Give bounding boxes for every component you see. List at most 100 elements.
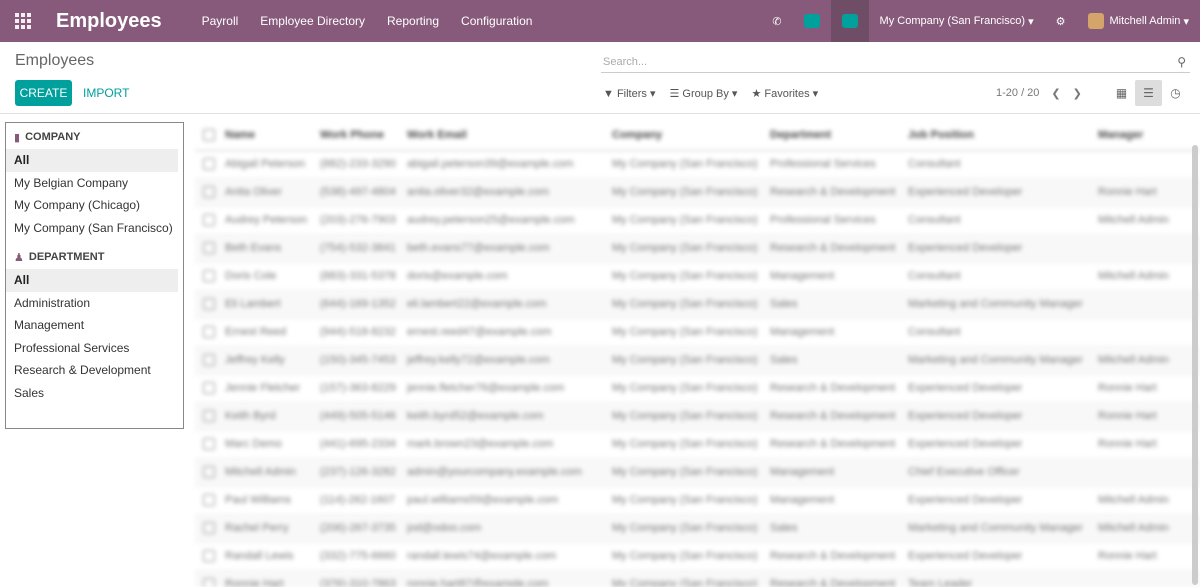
row-checkbox[interactable]	[195, 290, 225, 319]
cell-name: Anita Oliver	[225, 178, 320, 207]
apps-menu-icon[interactable]	[0, 0, 46, 42]
column-header-job-position[interactable]: Job Position	[908, 120, 1098, 151]
company-item-chicago[interactable]: My Company (Chicago)	[6, 194, 178, 217]
department-item-all[interactable]: All	[6, 269, 178, 292]
create-button[interactable]: CREATE	[15, 80, 72, 106]
table-row[interactable]: Beth Evans (754)-532-3841 beth.evans77@exa…	[195, 234, 1200, 263]
row-checkbox[interactable]	[195, 486, 225, 515]
table-scrollbar[interactable]	[1192, 145, 1198, 585]
row-checkbox[interactable]	[195, 570, 225, 587]
groupby-dropdown[interactable]: ☰ Group By ▾	[669, 87, 737, 100]
messaging-icon[interactable]	[830, 0, 869, 42]
column-header-company[interactable]: Company	[612, 120, 770, 151]
cell-name: Keith Byrd	[225, 402, 320, 431]
table-row[interactable]: Ronnie Hart (376)-310-7863 ronnie.hart87@e…	[195, 570, 1200, 587]
table-row[interactable]: Anita Oliver (538)-497-4804 anita.oliver32…	[195, 178, 1200, 207]
row-checkbox[interactable]	[195, 430, 225, 459]
table-row[interactable]: Mitchell Admin (237)-126-3282 admin@yourco…	[195, 458, 1200, 487]
column-header-department[interactable]: Department	[770, 120, 908, 151]
department-item-management[interactable]: Management	[6, 314, 178, 337]
cell-work-email: eli.lambert22@example.com	[407, 290, 612, 319]
menu-item-employee-directory[interactable]: Employee Directory	[260, 14, 365, 28]
debug-icon[interactable]: ⚙	[1045, 0, 1077, 42]
table-row[interactable]: Randall Lewis (332)-775-6660 randall.lewis…	[195, 542, 1200, 571]
cell-job-position: Experienced Developer	[908, 374, 1098, 403]
column-header-work-email[interactable]: Work Email	[407, 120, 612, 151]
row-checkbox[interactable]	[195, 178, 225, 207]
cell-work-email: audrey.peterson25@example.com	[407, 206, 612, 235]
table-row[interactable]: Doris Cole (883)-331-5378 doris@example.co…	[195, 262, 1200, 291]
table-row[interactable]: Eli Lambert (644)-169-1352 eli.lambert22@e…	[195, 290, 1200, 319]
kanban-view-icon[interactable]: ▦	[1108, 80, 1135, 106]
table-row[interactable]: Jeffrey Kelly (150)-345-7453 jeffrey.kelly…	[195, 346, 1200, 375]
column-header-work-phone[interactable]: Work Phone	[320, 120, 407, 151]
select-all-checkbox[interactable]	[195, 120, 225, 151]
row-checkbox[interactable]	[195, 262, 225, 291]
row-checkbox[interactable]	[195, 402, 225, 431]
menu-item-configuration[interactable]: Configuration	[461, 14, 532, 28]
activity-icon[interactable]	[793, 0, 831, 42]
cell-department: Management	[770, 318, 908, 347]
department-item-professional-services[interactable]: Professional Services	[6, 337, 178, 360]
table-row[interactable]: Marc Demo (441)-695-2334 mark.brown23@exam…	[195, 430, 1200, 459]
table-header-row: Name Work Phone Work Email Company Depar…	[195, 120, 1200, 151]
row-checkbox[interactable]	[195, 458, 225, 487]
table-row[interactable]: Jennie Fletcher (157)-363-8229 jennie.flet…	[195, 374, 1200, 403]
row-checkbox[interactable]	[195, 150, 225, 179]
avatar	[1087, 13, 1104, 29]
menu-item-reporting[interactable]: Reporting	[387, 14, 439, 28]
cell-company: My Company (San Francisco)	[612, 486, 770, 515]
row-checkbox[interactable]	[195, 514, 225, 543]
table-row[interactable]: Keith Byrd (449)-505-5146 keith.byrd52@exa…	[195, 402, 1200, 431]
pager-previous-icon[interactable]: ❮	[1051, 87, 1060, 100]
user-menu[interactable]: Mitchell Admin ▾	[1077, 0, 1200, 42]
cell-work-email: jeffrey.kelly72@example.com	[407, 346, 612, 375]
table-row[interactable]: Rachel Perry (206)-267-3735 jod@odoo.com My…	[195, 514, 1200, 543]
row-checkbox[interactable]	[195, 374, 225, 403]
employee-list: Name Work Phone Work Email Company Depar…	[195, 120, 1200, 587]
row-checkbox[interactable]	[195, 542, 225, 571]
phone-icon[interactable]: ✆	[761, 0, 792, 42]
cell-name: Paul Williams	[225, 486, 320, 515]
table-row[interactable]: Ernest Reed (944)-518-8232 ernest.reed47@e…	[195, 318, 1200, 347]
filters-dropdown[interactable]: ▼ Filters ▾	[603, 87, 655, 100]
table-row[interactable]: Abigail Peterson (882)-233-3290 abigail.pe…	[195, 150, 1200, 179]
cell-department: Management	[770, 262, 908, 291]
row-checkbox[interactable]	[195, 206, 225, 235]
pager-value[interactable]: 1-20 / 20	[996, 87, 1039, 100]
row-checkbox[interactable]	[195, 346, 225, 375]
row-checkbox[interactable]	[195, 234, 225, 263]
company-item-san-francisco[interactable]: My Company (San Francisco)	[6, 217, 178, 240]
department-item-administration[interactable]: Administration	[6, 292, 178, 315]
column-header-manager[interactable]: Manager	[1098, 120, 1200, 151]
row-checkbox[interactable]	[195, 318, 225, 347]
menu-item-payroll[interactable]: Payroll	[202, 14, 239, 28]
cell-work-phone: (449)-505-5146	[320, 402, 407, 431]
cell-name: Abigail Peterson	[225, 150, 320, 179]
import-button[interactable]: IMPORT	[83, 86, 129, 100]
searchpanel-sidebar: ▮ COMPANY All My Belgian Company My Comp…	[5, 122, 184, 429]
building-icon: ▮	[14, 131, 21, 144]
cell-name: Rachel Perry	[225, 514, 320, 543]
department-item-research-development[interactable]: Research & Development	[6, 359, 178, 382]
pager-next-icon[interactable]: ❯	[1073, 87, 1082, 100]
cell-job-position: Marketing and Community Manager	[908, 346, 1098, 375]
company-switcher[interactable]: My Company (San Francisco) ▾	[869, 0, 1045, 42]
cell-company: My Company (San Francisco)	[612, 318, 770, 347]
cell-name: Audrey Peterson	[225, 206, 320, 235]
favorites-dropdown[interactable]: ★ Favorites ▾	[751, 87, 818, 100]
company-item-belgian[interactable]: My Belgian Company	[6, 172, 178, 195]
search-icon[interactable]: ⚲	[1177, 55, 1186, 69]
activity-view-icon[interactable]: ◷	[1162, 80, 1189, 106]
table-row[interactable]: Audrey Peterson (203)-276-7903 audrey.pete…	[195, 206, 1200, 235]
company-item-all[interactable]: All	[6, 149, 178, 172]
cell-department: Research & Development	[770, 234, 908, 263]
search-input[interactable]: Search... ⚲	[601, 51, 1190, 73]
cell-job-position: Experienced Developer	[908, 430, 1098, 459]
search-placeholder: Search...	[603, 55, 648, 68]
list-view-icon[interactable]: ☰	[1135, 80, 1162, 106]
cell-work-phone: (206)-267-3735	[320, 514, 407, 543]
table-row[interactable]: Paul Williams (114)-262-1607 paul.williams…	[195, 486, 1200, 515]
column-header-name[interactable]: Name	[225, 120, 320, 151]
department-item-sales[interactable]: Sales	[6, 382, 178, 405]
